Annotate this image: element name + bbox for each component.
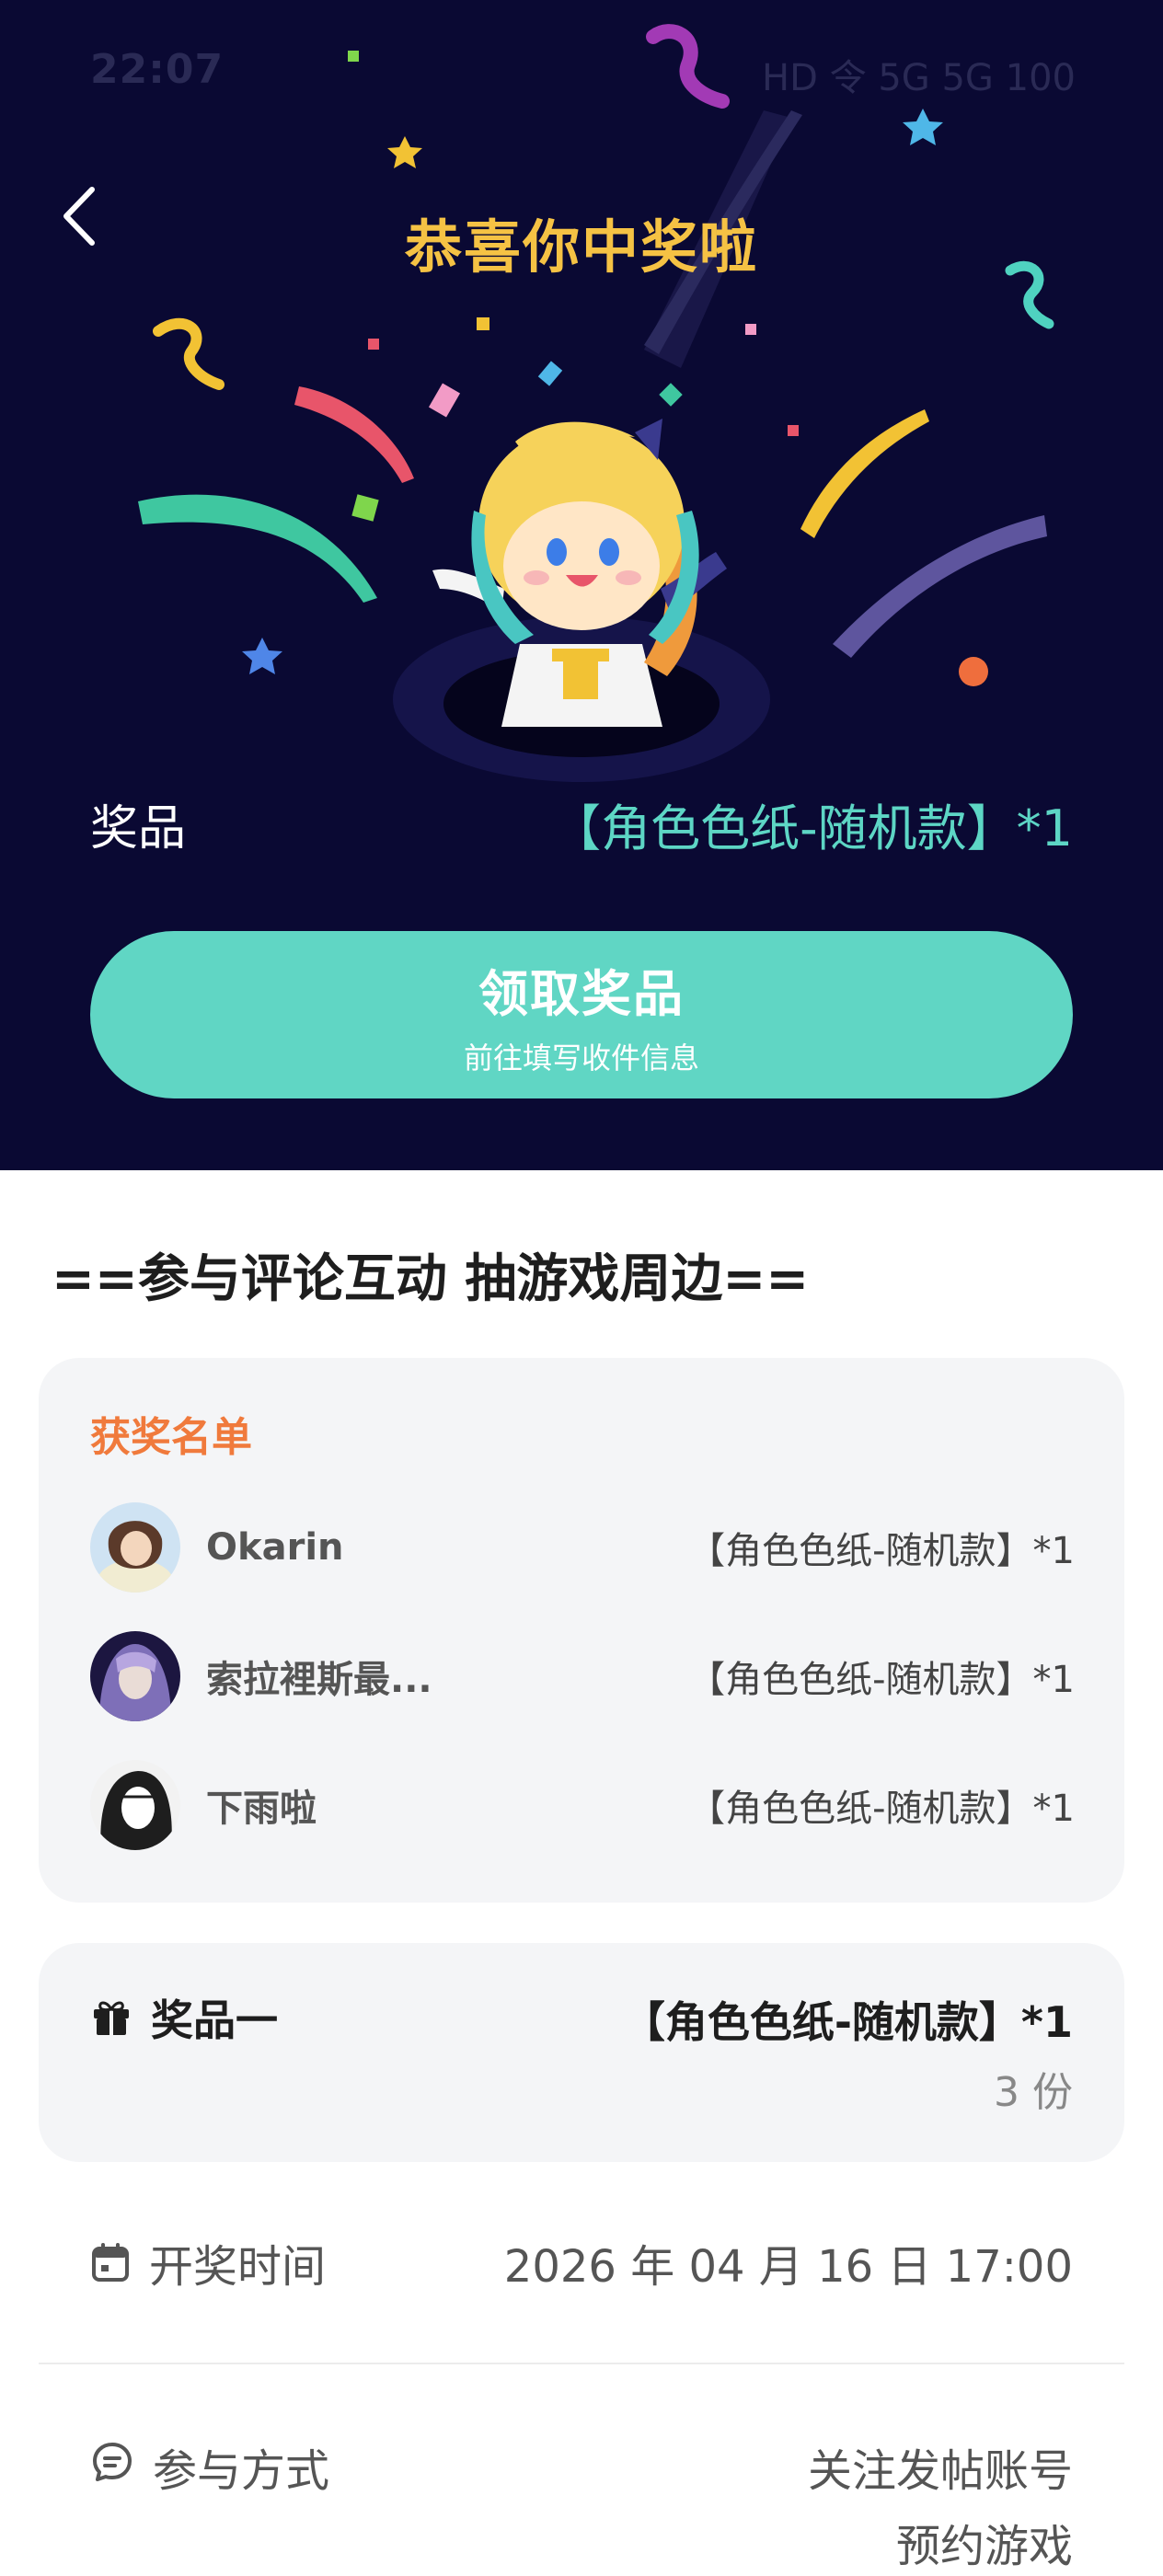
claim-button-label: 领取奖品 xyxy=(478,964,685,1023)
avatar xyxy=(90,1502,180,1593)
participation-row: 参与方式 关注发帖账号 预约游戏 xyxy=(90,2434,1073,2574)
winner-row[interactable]: 下雨啦 【角色色纸-随机款】*1 xyxy=(90,1759,1075,1851)
status-time: 22:07 xyxy=(90,46,225,93)
winner-row[interactable]: Okarin 【角色色纸-随机款】*1 xyxy=(90,1501,1075,1593)
prize-detail-value: 【角色色纸-随机款】*1 xyxy=(622,1997,1073,2047)
page-title: 恭喜你中奖啦 xyxy=(404,213,758,281)
prize-detail-left: 奖品一 xyxy=(90,1987,278,2048)
winner-row[interactable]: 索拉裡斯最... 【角色色纸-随机款】*1 xyxy=(90,1630,1075,1722)
winners-title: 获奖名单 xyxy=(90,1414,252,1461)
draw-time-label: 开奖时间 xyxy=(149,2241,327,2293)
winner-name: Okarin xyxy=(206,1526,344,1569)
prize-row: 奖品 【角色色纸-随机款】*1 xyxy=(90,787,1073,860)
avatar xyxy=(90,1760,180,1850)
participation-label-group: 参与方式 xyxy=(90,2434,329,2574)
prize-detail-label: 奖品一 xyxy=(151,1995,278,2045)
prize-detail-count: 3 份 xyxy=(994,2069,1073,2116)
gift-icon xyxy=(94,2001,129,2035)
prize-value: 【角色色纸-随机款】*1 xyxy=(551,799,1073,857)
winner-prize: 【角色色纸-随机款】*1 xyxy=(688,1788,1075,1830)
draw-time-row: 开奖时间 2026 年 04 月 16 日 17:00 xyxy=(90,2230,1073,2294)
prize-label: 奖品 xyxy=(90,800,187,857)
draw-time-label-group: 开奖时间 xyxy=(90,2230,326,2294)
winner-prize: 【角色色纸-随机款】*1 xyxy=(688,1659,1075,1701)
participation-method-follow: 关注发帖账号 xyxy=(807,2445,1073,2497)
winners-card: 获奖名单 Okarin 【角色色纸-随机款】*1 索拉裡斯最... 【角色色纸-… xyxy=(39,1358,1124,1903)
claim-prize-button[interactable]: 领取奖品 前往填写收件信息 xyxy=(90,931,1073,1098)
avatar xyxy=(90,1631,180,1721)
draw-time-value: 2026 年 04 月 16 日 17:00 xyxy=(503,2241,1073,2293)
status-bar: 22:07 HD 令 5G 5G 100 xyxy=(0,0,1163,138)
post-title: ==参与评论互动 抽游戏周边== xyxy=(52,1249,810,1309)
participation-method-reserve: 预约游戏 xyxy=(895,2521,1073,2572)
claim-button-sublabel: 前往填写收件信息 xyxy=(463,1040,699,1075)
winner-name: 下雨啦 xyxy=(206,1788,317,1830)
participation-label: 参与方式 xyxy=(153,2445,330,2497)
divider xyxy=(39,2363,1124,2364)
calendar-icon xyxy=(92,2243,129,2282)
prize-banner: 22:07 HD 令 5G 5G 100 恭喜你中奖啦 奖品 【角色色纸-随机款… xyxy=(0,0,1163,1170)
winner-prize: 【角色色纸-随机款】*1 xyxy=(688,1530,1075,1572)
participation-methods: 关注发帖账号 预约游戏 xyxy=(808,2434,1073,2574)
comment-icon xyxy=(93,2443,132,2481)
status-icons: HD 令 5G 5G 100 xyxy=(762,57,1076,99)
prize-detail-card: 奖品一 【角色色纸-随机款】*1 3 份 xyxy=(39,1943,1124,2162)
winner-name: 索拉裡斯最... xyxy=(206,1659,432,1701)
